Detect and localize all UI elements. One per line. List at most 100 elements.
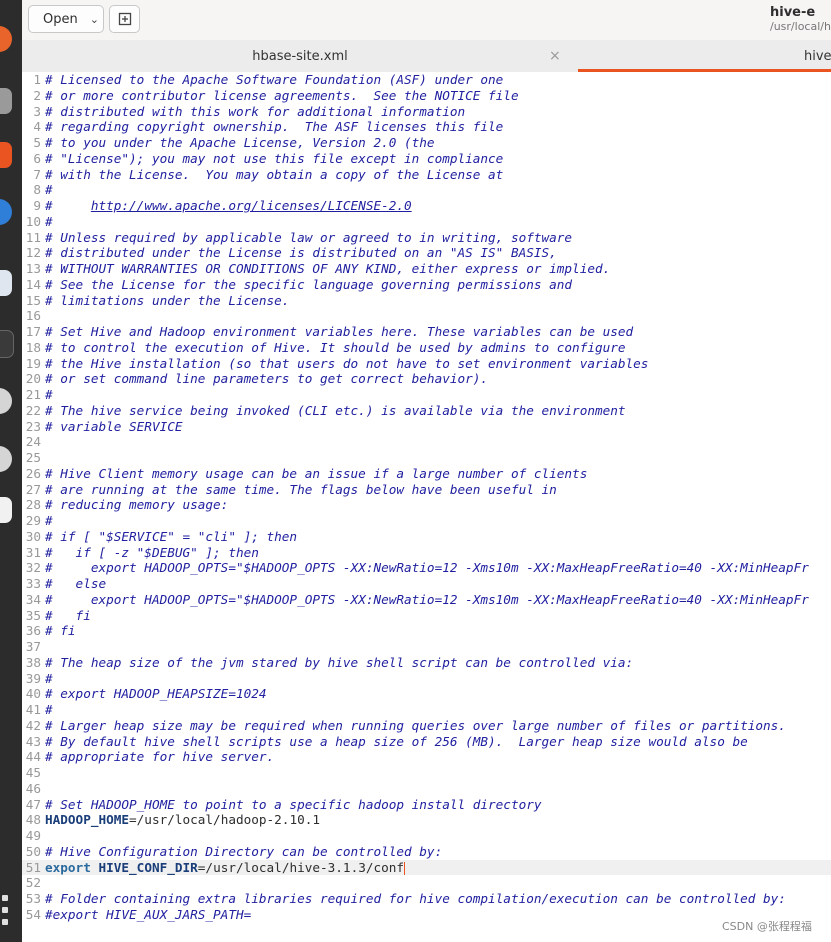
firefox-icon[interactable] bbox=[0, 26, 12, 52]
code-line[interactable]: 6 # "License"); you may not use this file… bbox=[22, 151, 503, 167]
code-line[interactable]: 14 # See the License for the specific lan… bbox=[22, 277, 572, 293]
code-line[interactable]: 46 bbox=[22, 781, 45, 797]
tab-hive-env[interactable]: hive- bbox=[578, 40, 831, 72]
code-line[interactable]: 45 bbox=[22, 765, 45, 781]
line-number: 16 bbox=[25, 308, 41, 324]
code-line[interactable]: 39 # bbox=[22, 671, 53, 687]
line-number: 28 bbox=[25, 497, 41, 513]
code-line[interactable]: 24 bbox=[22, 434, 45, 450]
code-line[interactable]: 54 #export HIVE_AUX_JARS_PATH= bbox=[22, 906, 252, 923]
line-number: 8 bbox=[33, 182, 41, 198]
code-text: # export HADOOP_HEAPSIZE=1024 bbox=[45, 686, 267, 702]
tab-hbase-site[interactable]: hbase-site.xml bbox=[22, 40, 578, 72]
code-line[interactable]: 20 # or set command line parameters to ge… bbox=[22, 371, 488, 387]
code-line[interactable]: 51 export HIVE_CONF_DIR=/usr/local/hive-3… bbox=[22, 859, 831, 876]
tab-label: hive- bbox=[804, 48, 831, 64]
code-line[interactable]: 47 # Set HADOOP_HOME to point to a specif… bbox=[22, 797, 542, 813]
code-line[interactable]: 37 bbox=[22, 639, 45, 655]
code-line[interactable]: 33 # else bbox=[22, 576, 106, 592]
code-line[interactable]: 13 # WITHOUT WARRANTIES OR CONDITIONS OF … bbox=[22, 261, 611, 277]
code-line[interactable]: 31 # if [ -z "$DEBUG" ]; then bbox=[22, 545, 259, 561]
show-applications-icon[interactable] bbox=[2, 895, 12, 925]
code-line[interactable]: 19 # the Hive installation (so that users… bbox=[22, 356, 649, 372]
code-text: # bbox=[45, 387, 53, 402]
disc-icon[interactable] bbox=[0, 388, 12, 414]
code-line[interactable]: 22 # The hive service being invoked (CLI … bbox=[22, 403, 626, 419]
disc-icon-2[interactable] bbox=[0, 446, 12, 472]
line-number: 42 bbox=[25, 717, 41, 733]
code-line[interactable]: 8 # bbox=[22, 182, 53, 198]
line-number: 9 bbox=[33, 198, 41, 213]
code-text: # fi bbox=[45, 607, 91, 623]
code-line[interactable]: 11 # Unless required by applicable law or… bbox=[22, 230, 572, 246]
code-text: # export HADOOP_OPTS="$HADOOP_OPTS -XX:N… bbox=[45, 591, 809, 607]
code-line[interactable]: 30 # if [ "$SERVICE" = "cli" ]; then bbox=[22, 529, 297, 545]
code-line[interactable]: 9 # http://www.apache.org/licenses/LICENS… bbox=[22, 198, 411, 214]
line-number: 51 bbox=[25, 859, 41, 875]
code-line[interactable]: 23 # variable SERVICE bbox=[22, 419, 183, 435]
document-icon[interactable] bbox=[0, 497, 12, 523]
line-number: 5 bbox=[33, 135, 41, 150]
code-line[interactable]: 27 # are running at the same time. The fl… bbox=[22, 482, 557, 498]
code-line[interactable]: 28 # reducing memory usage: bbox=[22, 497, 229, 513]
code-line[interactable]: 1 # Licensed to the Apache Software Found… bbox=[22, 72, 503, 88]
code-line[interactable]: 3 # distributed with this work for additi… bbox=[22, 104, 465, 120]
code-line[interactable]: 50 # Hive Configuration Directory can be … bbox=[22, 844, 442, 860]
line-number: 50 bbox=[25, 843, 41, 859]
code-line[interactable]: 16 bbox=[22, 308, 45, 324]
line-number: 37 bbox=[25, 639, 41, 654]
line-number: 15 bbox=[25, 292, 41, 308]
line-number: 24 bbox=[25, 434, 41, 450]
code-line[interactable]: 42 # Larger heap size may be required whe… bbox=[22, 718, 786, 734]
code-line[interactable]: 40 # export HADOOP_HEAPSIZE=1024 bbox=[22, 686, 267, 702]
text-editor-icon[interactable] bbox=[0, 270, 12, 296]
code-line[interactable]: 35 # fi bbox=[22, 608, 91, 624]
code-line[interactable]: 29 # bbox=[22, 513, 53, 529]
code-line[interactable]: 5 # to you under the Apache License, Vers… bbox=[22, 135, 434, 151]
line-number: 46 bbox=[25, 780, 41, 796]
new-tab-button[interactable] bbox=[109, 5, 140, 33]
line-number: 27 bbox=[25, 481, 41, 497]
code-line[interactable]: 7 # with the License. You may obtain a co… bbox=[22, 167, 503, 183]
code-text: # limitations under the License. bbox=[45, 292, 290, 308]
text-editor-area[interactable]: 1 # Licensed to the Apache Software Found… bbox=[22, 72, 831, 942]
code-line[interactable]: 25 bbox=[22, 450, 45, 466]
code-line[interactable]: 12 # distributed under the License is dis… bbox=[22, 245, 557, 261]
terminal-icon[interactable] bbox=[0, 330, 14, 358]
code-text: # with the License. You may obtain a cop… bbox=[45, 166, 504, 182]
code-text: # bbox=[45, 182, 53, 198]
code-line[interactable]: 44 # appropriate for hive server. bbox=[22, 749, 274, 765]
code-line[interactable]: 18 # to control the execution of Hive. It… bbox=[22, 340, 626, 356]
code-line[interactable]: 15 # limitations under the License. bbox=[22, 292, 290, 309]
code-line[interactable]: 17 # Set Hive and Hadoop environment vari… bbox=[22, 324, 633, 340]
line-number: 21 bbox=[25, 387, 41, 402]
code-line[interactable]: 49 bbox=[22, 828, 45, 844]
line-number: 6 bbox=[33, 150, 41, 166]
code-line[interactable]: 21 # bbox=[22, 387, 53, 403]
help-icon[interactable] bbox=[0, 199, 12, 225]
code-line[interactable]: 52 bbox=[22, 875, 45, 891]
code-text: # distributed under the License is distr… bbox=[45, 245, 557, 261]
line-number: 30 bbox=[25, 528, 41, 544]
code-line[interactable]: 48 HADOOP_HOME=/usr/local/hadoop-2.10.1 bbox=[22, 812, 320, 828]
code-line[interactable]: 34 # export HADOOP_OPTS="$HADOOP_OPTS -XX… bbox=[22, 592, 809, 608]
code-text: # reducing memory usage: bbox=[45, 497, 229, 513]
code-line[interactable]: 53 # Folder containing extra libraries re… bbox=[22, 891, 786, 907]
line-number: 17 bbox=[25, 324, 41, 339]
code-line[interactable]: 43 # By default hive shell scripts use a … bbox=[22, 734, 748, 750]
close-icon[interactable]: × bbox=[549, 48, 561, 64]
files-icon[interactable] bbox=[0, 88, 12, 114]
software-center-icon[interactable] bbox=[0, 142, 12, 168]
code-line[interactable]: 36 # fi bbox=[22, 623, 76, 639]
code-line[interactable]: 2 # or more contributor license agreement… bbox=[22, 88, 518, 104]
code-line[interactable]: 26 # Hive Client memory usage can be an i… bbox=[22, 466, 588, 482]
code-line[interactable]: 10 # bbox=[22, 214, 53, 230]
line-number: 29 bbox=[25, 513, 41, 528]
line-number: 54 bbox=[25, 906, 41, 922]
code-line[interactable]: 41 # bbox=[22, 702, 53, 718]
open-button[interactable]: Open ⌄ bbox=[28, 5, 104, 33]
code-line[interactable]: 4 # regarding copyright ownership. The AS… bbox=[22, 119, 503, 135]
code-line[interactable]: 32 # export HADOOP_OPTS="$HADOOP_OPTS -XX… bbox=[22, 560, 809, 576]
code-line[interactable]: 38 # The heap size of the jvm stared by h… bbox=[22, 655, 633, 671]
code-text: # Unless required by applicable law or a… bbox=[45, 229, 573, 245]
